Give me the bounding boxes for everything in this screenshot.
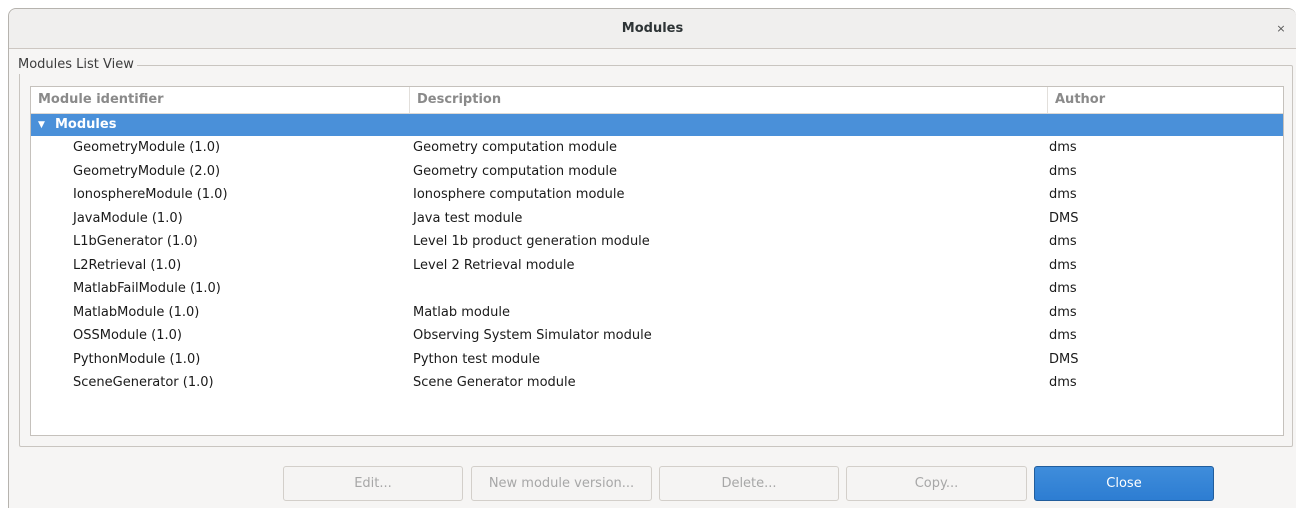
modules-list-view-group: Modules List View Module identifier Desc… [18,56,1293,447]
table-row[interactable]: IonosphereModule (1.0) Ionosphere computa… [31,183,1283,207]
edit-button[interactable]: Edit... [283,466,463,501]
table-row[interactable]: SceneGenerator (1.0) Scene Generator modu… [31,371,1283,395]
module-identifier-cell: L2Retrieval (1.0) [73,257,182,273]
triangle-down-icon[interactable]: ▼ [38,114,45,136]
author-cell: dms [1049,187,1077,202]
description-cell: Geometry computation module [413,163,618,179]
module-identifier-cell: L1bGenerator (1.0) [73,234,198,249]
table-row[interactable]: L1bGenerator (1.0) Level 1b product gener… [31,230,1283,254]
tree-header: Module identifier Description Author [31,87,1283,114]
group-label: Modules List View [18,56,137,74]
delete-button[interactable]: Delete... [659,466,839,501]
table-row[interactable]: PythonModule (1.0) Python test module DMS [31,348,1283,372]
table-row[interactable]: OSSModule (1.0) Observing System Simulato… [31,324,1283,348]
description-cell: Ionosphere computation module [413,187,625,202]
close-button[interactable]: Close [1034,466,1214,501]
module-identifier-cell: PythonModule (1.0) [73,351,201,367]
modules-dialog: Modules × Modules List View Module ident… [8,8,1296,508]
group-row-label: Modules [55,117,117,132]
column-header-description[interactable]: Description [409,87,1047,113]
author-cell: dms [1049,304,1077,320]
author-cell: dms [1049,140,1077,155]
author-cell: dms [1049,328,1077,343]
module-identifier-cell: GeometryModule (1.0) [73,140,221,155]
description-cell: Level 2 Retrieval module [413,257,575,273]
author-cell: dms [1049,257,1077,273]
module-identifier-cell: MatlabFailModule (1.0) [73,281,221,296]
tree-group-row-modules[interactable]: ▼ Modules [31,114,1283,136]
author-cell: dms [1049,234,1077,249]
column-header-module-identifier[interactable]: Module identifier [31,87,409,113]
column-header-author[interactable]: Author [1047,87,1283,113]
dialog-title: Modules [621,21,684,36]
table-row[interactable]: MatlabModule (1.0) Matlab module dms [31,301,1283,325]
description-cell: Python test module [413,351,541,367]
table-row[interactable]: L2Retrieval (1.0) Level 2 Retrieval modul… [31,254,1283,278]
modules-tree-view[interactable]: Module identifier Description Author ▼ M… [30,86,1284,436]
description-cell: Matlab module [413,304,510,320]
table-row[interactable]: MatlabFailModule (1.0) dms [31,277,1283,301]
close-icon[interactable]: × [1272,20,1290,38]
module-identifier-cell: IonosphereModule (1.0) [73,187,228,202]
module-identifier-cell: MatlabModule (1.0) [73,304,200,320]
author-cell: DMS [1049,210,1079,226]
description-cell: Observing System Simulator module [413,328,652,343]
author-cell: dms [1049,281,1077,296]
description-cell: Scene Generator module [413,375,576,390]
module-identifier-cell: GeometryModule (2.0) [73,163,221,179]
table-row[interactable]: JavaModule (1.0) Java test module DMS [31,207,1283,231]
new-module-version-button[interactable]: New module version... [471,466,652,501]
table-row[interactable]: GeometryModule (1.0) Geometry computation… [31,136,1283,160]
description-cell: Java test module [413,210,523,226]
copy-button[interactable]: Copy... [846,466,1027,501]
author-cell: dms [1049,163,1077,179]
tree-rows: ▼ Modules GeometryModule (1.0) Geometry c… [31,114,1283,395]
description-cell: Level 1b product generation module [413,234,650,249]
author-cell: DMS [1049,351,1079,367]
table-row[interactable]: GeometryModule (2.0) Geometry computation… [31,160,1283,184]
title-bar[interactable]: Modules × [9,9,1296,49]
module-identifier-cell: JavaModule (1.0) [73,210,183,226]
author-cell: dms [1049,375,1077,390]
module-identifier-cell: SceneGenerator (1.0) [73,375,214,390]
description-cell: Geometry computation module [413,140,618,155]
module-identifier-cell: OSSModule (1.0) [73,328,182,343]
